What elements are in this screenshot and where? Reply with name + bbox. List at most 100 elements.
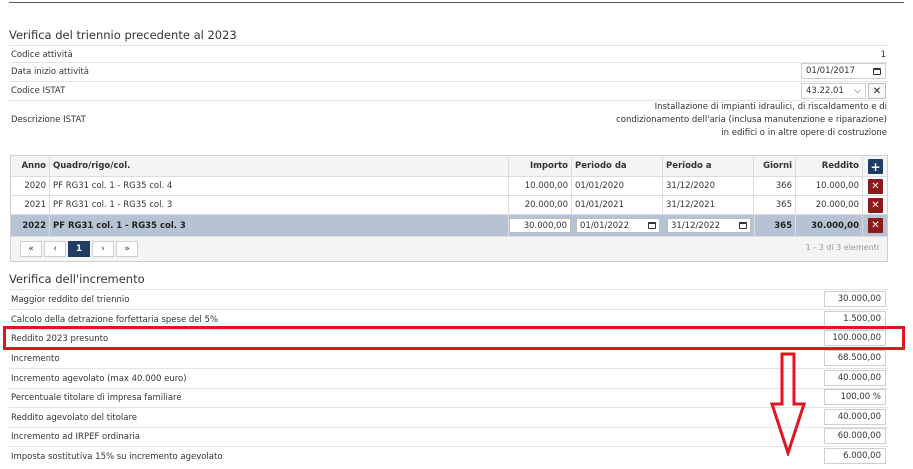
clear-icon: ✕ bbox=[872, 85, 882, 97]
incr-label: Reddito agevolato del titolare bbox=[11, 413, 138, 423]
col-periodo-da-header[interactable]: Periodo da bbox=[572, 156, 663, 176]
divider bbox=[9, 309, 888, 310]
pager-last-button[interactable]: » bbox=[116, 241, 138, 257]
cell-periodo-a: 31/12/2020 bbox=[663, 177, 754, 195]
data-inizio-value: 01/01/2017 bbox=[806, 66, 855, 76]
table-row[interactable]: 2020 PF RG31 col. 1 - RG35 col. 4 10.000… bbox=[11, 177, 887, 196]
table-row-selected[interactable]: 2022 PF RG31 col. 1 - RG35 col. 3 30.000… bbox=[11, 215, 887, 237]
top-divider bbox=[9, 2, 904, 3]
incr-label: Imposta sostitutiva 15% su incremento ag… bbox=[11, 452, 223, 462]
divider bbox=[9, 446, 888, 447]
cell-reddito: 20.000,00 bbox=[796, 196, 863, 214]
col-anno-header[interactable]: Anno bbox=[11, 156, 50, 176]
chevron-down-icon: ⌵ bbox=[854, 86, 861, 96]
data-inizio-input[interactable]: 01/01/2017 bbox=[801, 63, 886, 79]
down-arrow-annotation bbox=[770, 352, 806, 456]
incr-value-field[interactable]: 40.000,00 bbox=[824, 409, 886, 425]
data-inizio-label: Data inizio attività bbox=[11, 67, 90, 77]
incr-label: Incremento ad IRPEF ordinaria bbox=[11, 432, 141, 442]
clear-istat-button[interactable]: ✕ bbox=[868, 83, 886, 99]
cell-giorni: 365 bbox=[754, 215, 796, 236]
pager-info: 1 - 3 di 3 elementi bbox=[805, 243, 879, 252]
descrizione-line: Installazione di impianti idraulici, di … bbox=[654, 102, 887, 112]
delete-icon: ✕ bbox=[871, 200, 880, 211]
add-row-button[interactable]: + bbox=[868, 159, 883, 174]
incr-value-field[interactable]: 1.500,00 bbox=[824, 311, 886, 327]
cell-anno: 2021 bbox=[11, 196, 50, 214]
divider bbox=[9, 368, 888, 369]
delete-row-button[interactable]: ✕ bbox=[868, 179, 883, 194]
redditi-table: Anno Quadro/rigo/col. Importo Periodo da… bbox=[10, 155, 888, 262]
cell-quadro: PF RG31 col. 1 - RG35 col. 3 bbox=[50, 215, 509, 236]
delete-row-button[interactable]: ✕ bbox=[868, 198, 883, 213]
table-row[interactable]: 2021 PF RG31 col. 1 - RG35 col. 3 20.000… bbox=[11, 196, 887, 215]
col-importo-header[interactable]: Importo bbox=[509, 156, 572, 176]
divider bbox=[9, 407, 888, 408]
incr-value-field[interactable]: 60.000,00 bbox=[824, 428, 886, 444]
delete-row-button[interactable]: ✕ bbox=[868, 218, 883, 233]
col-quadro-header[interactable]: Quadro/rigo/col. bbox=[50, 156, 509, 176]
divider bbox=[9, 62, 888, 63]
table-pager: « ‹ 1 › » 1 - 3 di 3 elementi bbox=[11, 237, 887, 261]
cell-giorni: 366 bbox=[754, 177, 796, 195]
add-icon: + bbox=[870, 159, 881, 174]
incr-label: Calcolo della detrazione forfettaria spe… bbox=[11, 315, 219, 325]
cell-periodo-da: 01/01/2021 bbox=[572, 196, 663, 214]
calendar-icon[interactable] bbox=[873, 67, 881, 75]
cell-periodo-a: 31/12/2021 bbox=[663, 196, 754, 214]
periodo-da-input[interactable]: 01/01/2022 bbox=[576, 218, 660, 233]
incr-label: Incremento agevolato (max 40.000 euro) bbox=[11, 374, 187, 384]
section-title-triennio: Verifica del triennio precedente al 2023 bbox=[9, 28, 237, 42]
divider bbox=[9, 427, 888, 428]
pager-prev-button[interactable]: ‹ bbox=[44, 241, 66, 257]
delete-icon: ✕ bbox=[871, 220, 880, 231]
descrizione-line: condizionamento dell'aria (inclusa manut… bbox=[616, 115, 887, 125]
cell-quadro: PF RG31 col. 1 - RG35 col. 3 bbox=[50, 196, 509, 214]
divider bbox=[9, 45, 888, 46]
cell-periodo-da: 01/01/2020 bbox=[572, 177, 663, 195]
cell-giorni: 365 bbox=[754, 196, 796, 214]
codice-attivita-label: Codice attività bbox=[11, 50, 73, 60]
cell-anno: 2022 bbox=[11, 215, 50, 236]
section-title-incremento: Verifica dell'incremento bbox=[9, 272, 145, 286]
periodo-a-input[interactable]: 31/12/2022 bbox=[667, 218, 751, 233]
col-periodo-a-header[interactable]: Periodo a bbox=[663, 156, 754, 176]
codice-attivita-value: 1 bbox=[880, 50, 886, 60]
incr-value-field[interactable]: 30.000,00 bbox=[824, 291, 886, 307]
incr-value-field[interactable]: 100,00 % bbox=[824, 389, 886, 405]
incr-label: Incremento bbox=[11, 354, 60, 364]
descrizione-istat-value: Installazione di impianti idraulici, di … bbox=[616, 101, 887, 140]
codice-istat-label: Codice ISTAT bbox=[11, 86, 66, 96]
divider bbox=[9, 388, 888, 389]
descrizione-line: in edifici o in altre opere di costruzio… bbox=[721, 128, 887, 138]
pager-next-button[interactable]: › bbox=[92, 241, 114, 257]
cell-quadro: PF RG31 col. 1 - RG35 col. 4 bbox=[50, 177, 509, 195]
pager-first-button[interactable]: « bbox=[20, 241, 42, 257]
col-giorni-header[interactable]: Giorni bbox=[754, 156, 796, 176]
cell-importo: 20.000,00 bbox=[509, 196, 572, 214]
incr-value-field[interactable]: 6.000,00 bbox=[824, 448, 886, 464]
highlight-box bbox=[3, 326, 905, 350]
incr-value-field[interactable]: 40.000,00 bbox=[824, 370, 886, 386]
calendar-icon[interactable] bbox=[739, 222, 747, 229]
cell-importo: 10.000,00 bbox=[509, 177, 572, 195]
cell-reddito: 10.000,00 bbox=[796, 177, 863, 195]
descrizione-istat-label: Descrizione ISTAT bbox=[11, 115, 86, 125]
col-reddito-header[interactable]: Reddito bbox=[796, 156, 863, 176]
calendar-icon[interactable] bbox=[648, 222, 656, 229]
divider bbox=[9, 81, 888, 82]
table-header-row: Anno Quadro/rigo/col. Importo Periodo da… bbox=[11, 156, 887, 177]
cell-reddito: 30.000,00 bbox=[796, 215, 863, 236]
incr-label: Percentuale titolare di impresa familiar… bbox=[11, 393, 182, 403]
incr-value-field[interactable]: 68.500,00 bbox=[824, 350, 886, 366]
pager-page-1[interactable]: 1 bbox=[68, 241, 90, 257]
delete-icon: ✕ bbox=[871, 181, 880, 192]
periodo-da-value: 01/01/2022 bbox=[580, 220, 629, 231]
codice-istat-select[interactable]: 43.22.01 ⌵ bbox=[801, 83, 866, 99]
importo-input[interactable]: 30.000,00 bbox=[509, 218, 571, 233]
cell-anno: 2020 bbox=[11, 177, 50, 195]
incr-label: Maggior reddito del triennio bbox=[11, 295, 130, 305]
divider bbox=[9, 289, 888, 290]
codice-istat-value: 43.22.01 bbox=[806, 86, 844, 96]
periodo-a-value: 31/12/2022 bbox=[671, 220, 720, 231]
